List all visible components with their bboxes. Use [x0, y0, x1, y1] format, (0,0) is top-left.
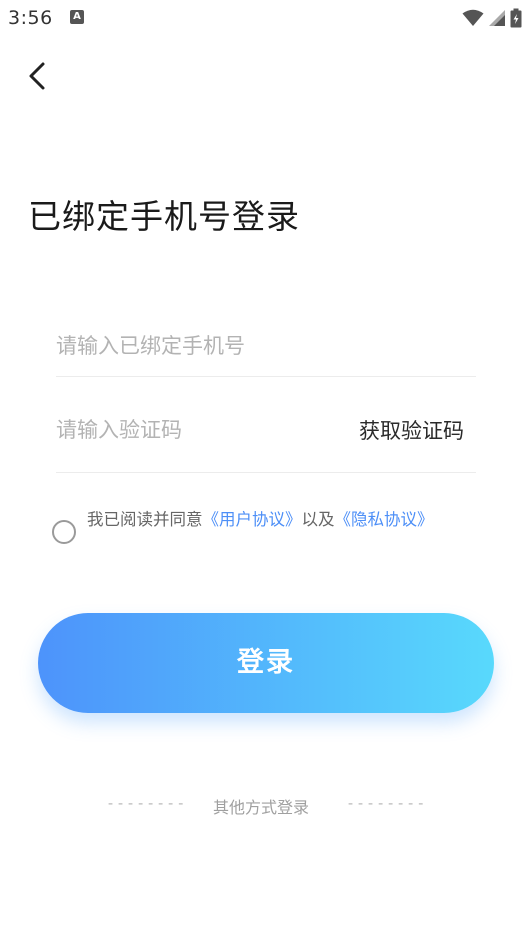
agreement-middle: 以及 [301, 510, 335, 529]
get-code-button[interactable]: 获取验证码 [359, 415, 464, 445]
other-login-link[interactable]: 其他方式登录 [213, 794, 309, 818]
code-field: 获取验证码 [56, 402, 476, 473]
other-login-section: -------- 其他方式登录 -------- [0, 794, 532, 818]
privacy-agreement-link[interactable]: 《隐私协议》 [335, 510, 434, 529]
status-time: 3:56 [8, 7, 53, 29]
login-button[interactable]: 登录 [38, 613, 494, 713]
divider-right: -------- [346, 794, 427, 812]
notification-icon: A [70, 10, 84, 24]
agreement-text: 我已阅读并同意《用户协议》以及《隐私协议》 [87, 506, 437, 534]
wifi-icon [462, 9, 484, 26]
phone-input[interactable] [56, 330, 476, 362]
status-icons [462, 8, 522, 28]
battery-icon [510, 8, 522, 28]
user-agreement-link[interactable]: 《用户协议》 [203, 510, 302, 529]
signal-icon [489, 10, 505, 26]
agreement-prefix: 我已阅读并同意 [87, 510, 203, 529]
page-title: 已绑定手机号登录 [28, 197, 300, 236]
chevron-left-icon [29, 62, 45, 90]
phone-field [56, 318, 476, 377]
status-bar: 3:56 A [0, 0, 532, 36]
agreement-checkbox[interactable] [52, 520, 76, 544]
divider-left: -------- [106, 794, 187, 812]
back-button[interactable] [22, 58, 54, 94]
verification-code-input[interactable] [56, 414, 326, 446]
